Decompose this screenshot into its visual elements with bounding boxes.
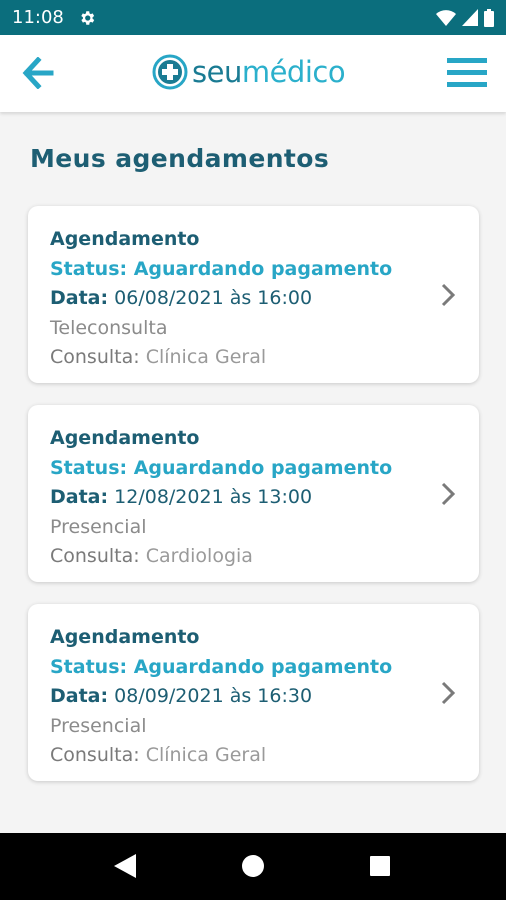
logo: seumédico: [152, 54, 346, 90]
appointment-consulta: Consulta: Cardiologia: [50, 542, 479, 572]
logo-medico: médico: [241, 55, 346, 89]
system-nav-bar: [0, 833, 506, 900]
consulta-label: Consulta:: [50, 744, 140, 766]
appointment-title: Agendamento: [50, 228, 200, 250]
appointment-card[interactable]: Agendamento Status: Aguardando pagamento…: [28, 604, 479, 781]
appointment-date: Data: 06/08/2021 às 16:00: [50, 284, 479, 314]
chevron-right-icon: [441, 681, 456, 705]
signal-icon: [462, 9, 478, 26]
appointment-date: Data: 08/09/2021 às 16:30: [50, 682, 479, 712]
settings-gear-icon: [78, 9, 96, 27]
appointment-status: Status: Aguardando pagamento: [50, 257, 393, 280]
chevron-right-icon: [441, 482, 456, 506]
appointment-type: Presencial: [50, 714, 147, 737]
appointment-card[interactable]: Agendamento Status: Aguardando pagamento…: [28, 405, 479, 582]
back-button[interactable]: [22, 56, 54, 90]
menu-button[interactable]: [447, 57, 487, 89]
consulta-value: Clínica Geral: [139, 744, 267, 766]
consulta-label: Consulta:: [50, 346, 140, 368]
date-value: 06/08/2021 às 16:00: [108, 287, 313, 309]
chevron-right-icon: [441, 283, 456, 307]
recents-square-icon[interactable]: [370, 856, 390, 876]
battery-icon: [484, 8, 494, 27]
hamburger-menu-icon: [447, 58, 487, 87]
appointment-date: Data: 12/08/2021 às 13:00: [50, 483, 479, 513]
appointment-title: Agendamento: [50, 427, 200, 449]
date-label: Data:: [50, 287, 109, 309]
appointment-card[interactable]: Agendamento Status: Aguardando pagamento…: [28, 206, 479, 383]
date-value: 12/08/2021 às 13:00: [108, 486, 313, 508]
consulta-label: Consulta:: [50, 545, 140, 567]
medical-cross-logo-icon: [152, 54, 188, 90]
appointment-status: Status: Aguardando pagamento: [50, 655, 393, 678]
status-icons: [436, 8, 494, 27]
arrow-left-icon: [22, 56, 54, 90]
app-header: seumédico: [0, 35, 506, 112]
status-time: 11:08: [12, 7, 64, 28]
appointment-type: Presencial: [50, 515, 147, 538]
appointment-title: Agendamento: [50, 626, 200, 648]
page-title: Meus agendamentos: [30, 144, 330, 173]
appointment-status: Status: Aguardando pagamento: [50, 456, 393, 479]
logo-text: seumédico: [192, 54, 346, 90]
back-triangle-icon[interactable]: [114, 854, 136, 878]
logo-seu: seu: [192, 55, 242, 89]
home-circle-icon[interactable]: [242, 855, 264, 877]
consulta-value: Clínica Geral: [139, 346, 267, 368]
status-bar: 11:08: [0, 0, 506, 35]
date-label: Data:: [50, 685, 109, 707]
appointment-type: Teleconsulta: [50, 316, 168, 339]
date-label: Data:: [50, 486, 109, 508]
appointment-consulta: Consulta: Clínica Geral: [50, 741, 479, 771]
consulta-value: Cardiologia: [139, 545, 253, 567]
appointment-consulta: Consulta: Clínica Geral: [50, 343, 479, 373]
appointment-list: Agendamento Status: Aguardando pagamento…: [28, 206, 479, 803]
wifi-icon: [436, 9, 456, 26]
date-value: 08/09/2021 às 16:30: [108, 685, 313, 707]
